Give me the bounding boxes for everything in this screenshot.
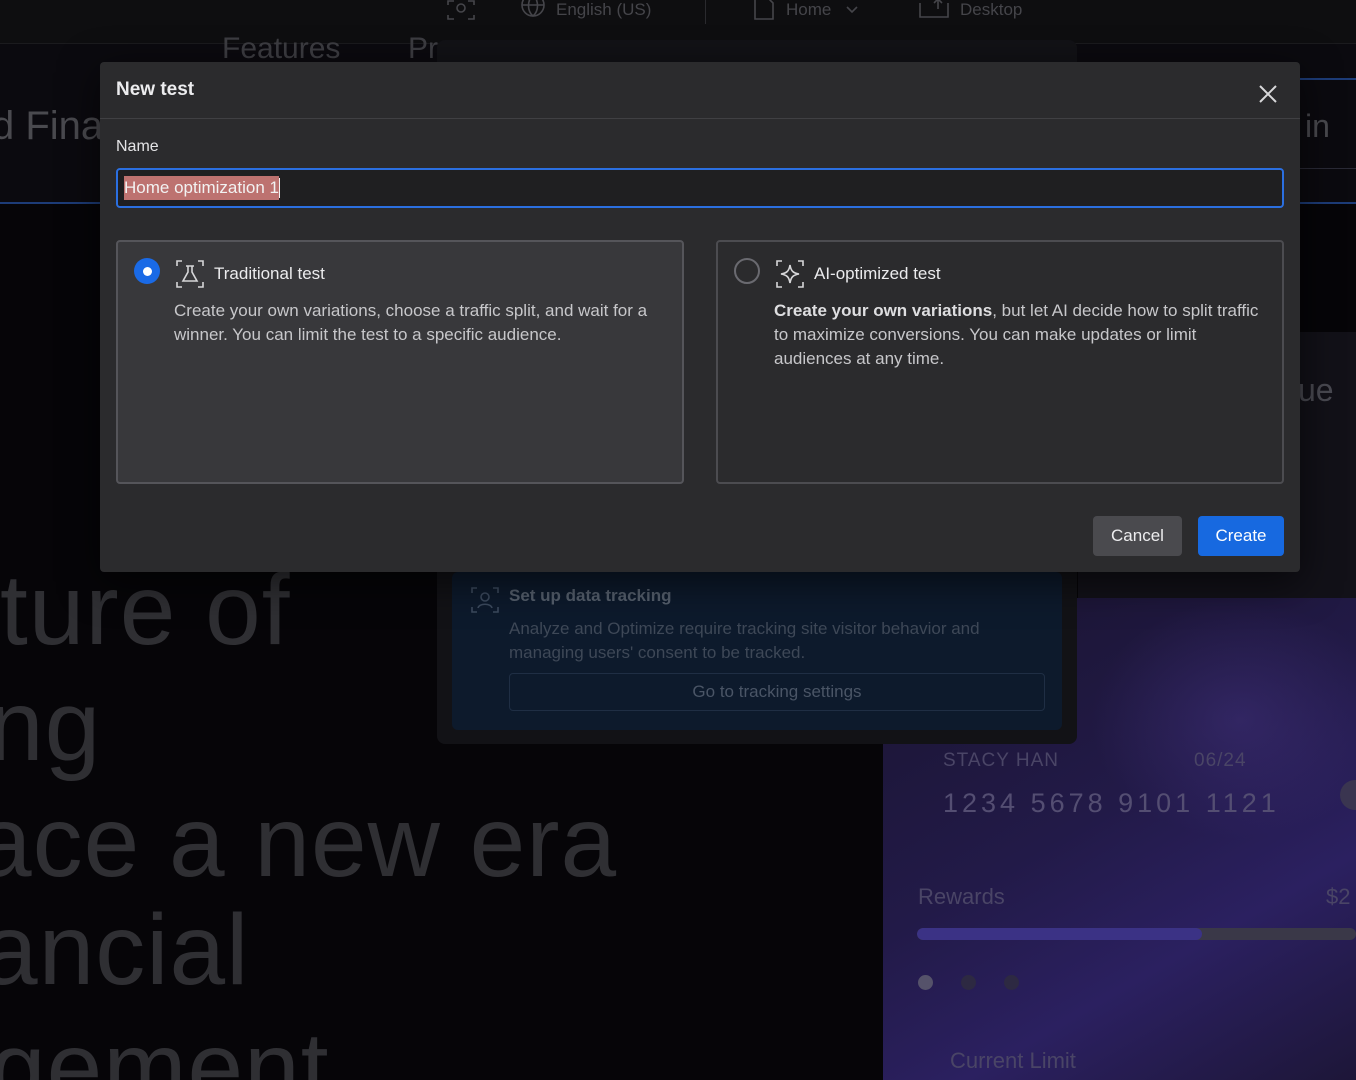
band-accent-line xyxy=(1300,78,1356,80)
new-test-dialog: New test Name Home optimization 1 Tradit… xyxy=(100,62,1300,572)
dialog-header: New test xyxy=(100,62,1300,119)
language-label: English (US) xyxy=(556,0,652,19)
chevron-down-icon xyxy=(846,6,858,14)
topbar-divider xyxy=(705,0,706,24)
traditional-test-description: Create your own variations, choose a tra… xyxy=(174,301,648,344)
hero-line-5: gement xyxy=(0,1012,330,1080)
traditional-test-title: Traditional test xyxy=(214,264,325,283)
band-divider xyxy=(1300,168,1356,169)
dialog-title: New test xyxy=(116,79,195,100)
ai-optimized-test-option[interactable]: AI-optimized test Create your own variat… xyxy=(716,240,1284,484)
editor-topbar: English (US) Home Desktop xyxy=(0,0,1356,44)
text-caret xyxy=(278,178,280,198)
close-icon xyxy=(1259,85,1277,103)
traditional-test-radio[interactable] xyxy=(134,258,160,284)
right-panel-text: ue xyxy=(1298,372,1334,408)
tracking-description: Analyze and Optimize require tracking si… xyxy=(509,619,980,662)
language-selector[interactable]: English (US) xyxy=(520,0,651,20)
hero-line-1: ture of xyxy=(0,554,291,666)
card-number: 1234 5678 9101 1121 xyxy=(943,788,1280,818)
desktop-icon xyxy=(919,0,949,18)
current-limit-label: Current Limit xyxy=(950,1048,1076,1073)
device-label: Desktop xyxy=(960,0,1023,19)
close-button[interactable] xyxy=(1252,78,1284,110)
tracking-title: Set up data tracking xyxy=(509,586,672,605)
band-right-text: in xyxy=(1305,108,1330,144)
carousel-dot xyxy=(961,975,976,990)
ai-optimized-test-description: Create your own variations, but let AI d… xyxy=(774,299,1264,371)
target-icon[interactable] xyxy=(446,0,476,20)
hero-line-2: ng xyxy=(0,670,102,782)
user-scan-icon xyxy=(470,586,500,619)
name-input[interactable]: Home optimization 1 xyxy=(116,168,1284,208)
ai-description-bold: Create your own variations xyxy=(774,301,993,320)
rewards-label: Rewards xyxy=(918,884,1005,909)
editor-screen: English (US) Home Desktop Features Pr d … xyxy=(0,0,1356,1080)
rewards-progress-fill xyxy=(917,928,1203,940)
sparkle-icon xyxy=(774,258,806,290)
name-input-value: Home optimization 1 xyxy=(124,176,279,200)
traditional-test-option[interactable]: Traditional test Create your own variati… xyxy=(116,240,684,484)
ai-optimized-test-title: AI-optimized test xyxy=(814,264,941,283)
ai-optimized-test-radio[interactable] xyxy=(734,258,760,284)
rewards-progress xyxy=(917,928,1356,940)
tracking-settings-button[interactable]: Go to tracking settings xyxy=(509,673,1045,711)
page-selector[interactable]: Home xyxy=(752,0,863,20)
hero-line-4: ancial xyxy=(0,894,250,1006)
rewards-amount: $2 xyxy=(1326,884,1351,909)
band-left-text: d Fina xyxy=(0,104,104,148)
carousel-dots xyxy=(918,975,1019,990)
card-holder: STACY HAN xyxy=(943,750,1059,771)
globe-icon xyxy=(521,0,545,18)
hero-line-3: ace a new era xyxy=(0,786,618,898)
page-icon xyxy=(754,0,774,20)
create-button[interactable]: Create xyxy=(1198,516,1284,556)
flask-icon xyxy=(174,258,206,290)
cancel-button[interactable]: Cancel xyxy=(1093,516,1182,556)
nav-item-features: Features xyxy=(222,32,341,65)
carousel-dot xyxy=(918,975,933,990)
nav-item-pricing: Pr xyxy=(408,32,438,65)
name-label: Name xyxy=(116,138,159,155)
device-selector[interactable]: Desktop xyxy=(918,0,1022,20)
carousel-dot xyxy=(1004,975,1019,990)
card-expiry: 06/24 xyxy=(1194,750,1247,771)
page-label: Home xyxy=(786,0,832,19)
